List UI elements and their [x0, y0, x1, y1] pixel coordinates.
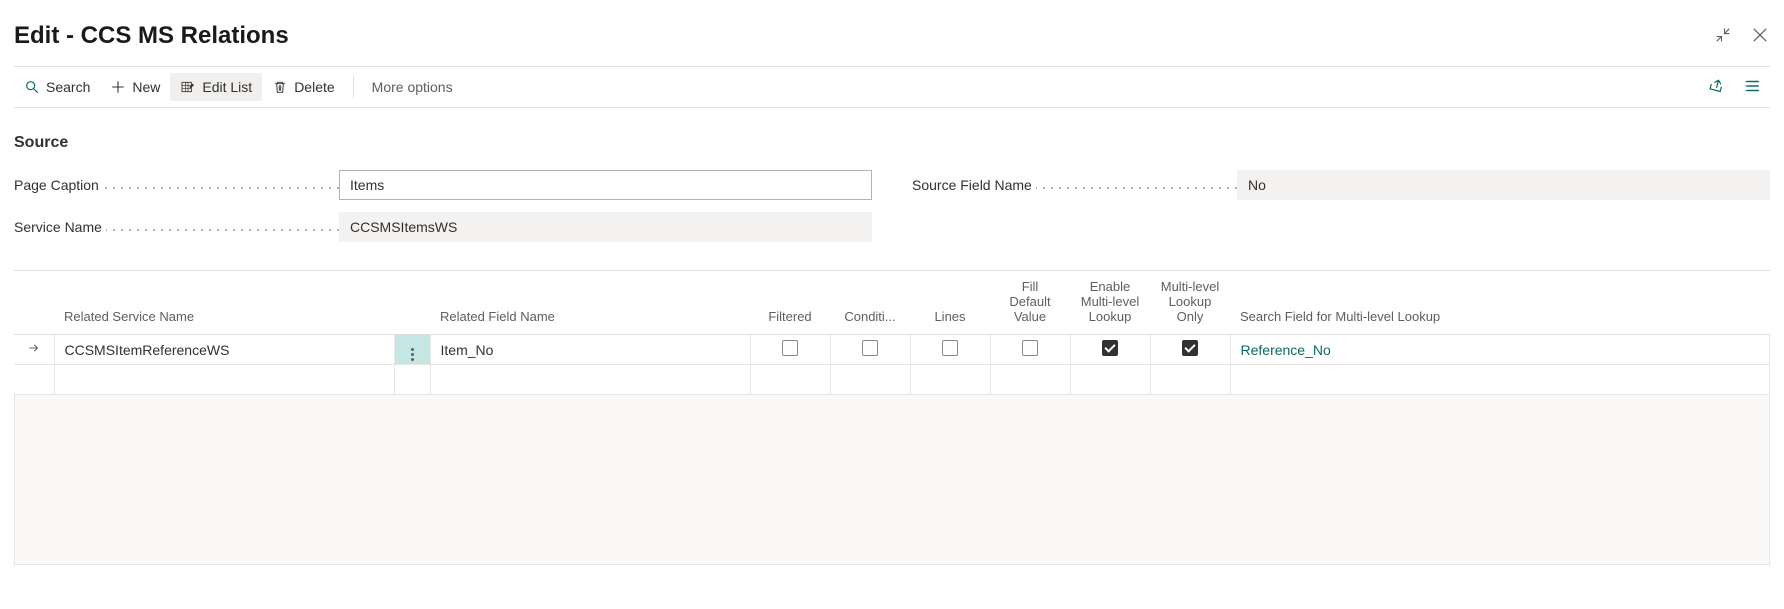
search-button[interactable]: Search	[14, 73, 100, 101]
checkbox-checked-icon	[1182, 340, 1198, 356]
cell-filtered[interactable]	[750, 335, 830, 365]
source-field-row: Source Field Name	[912, 170, 1770, 200]
table-row[interactable]: CCSMSItemReferenceWS Item_No Reference_N…	[14, 335, 1770, 365]
cell-enable-multi[interactable]	[1070, 335, 1150, 365]
delete-button[interactable]: Delete	[262, 73, 344, 101]
new-label: New	[132, 79, 160, 95]
col-search-field[interactable]: Search Field for Multi-level Lookup	[1230, 271, 1770, 335]
toolbar: Search New Edit List Delete More options	[14, 66, 1770, 108]
arrow-right-icon	[27, 342, 41, 358]
cell-fill-default[interactable]	[990, 335, 1070, 365]
toolbar-left: Search New Edit List Delete More options	[14, 73, 1704, 101]
checkbox-icon	[1022, 340, 1038, 356]
col-lines[interactable]: Lines	[910, 271, 990, 335]
col-related-field[interactable]: Related Field Name	[430, 271, 750, 335]
header-actions	[1714, 25, 1770, 48]
source-field-input[interactable]	[1237, 170, 1770, 200]
table-row-empty[interactable]	[14, 365, 1770, 395]
search-label: Search	[46, 79, 90, 95]
delete-icon	[272, 79, 288, 95]
checkbox-icon	[942, 340, 958, 356]
col-fill-default[interactable]: Fill Default Value	[990, 271, 1070, 335]
col-condition[interactable]: Conditi...	[830, 271, 910, 335]
minimize-icon[interactable]	[1714, 26, 1732, 47]
col-related-service[interactable]: Related Service Name	[54, 271, 394, 335]
service-name-row: Service Name	[14, 212, 872, 242]
service-name-label: Service Name	[14, 219, 339, 235]
cell-search-field[interactable]: Reference_No	[1230, 335, 1770, 365]
cell-multi-only[interactable]	[1150, 335, 1230, 365]
cell-related-service[interactable]: CCSMSItemReferenceWS	[54, 335, 394, 365]
col-filtered[interactable]: Filtered	[750, 271, 830, 335]
new-button[interactable]: New	[100, 73, 170, 101]
row-selector[interactable]	[14, 335, 54, 365]
cell-condition[interactable]	[830, 335, 910, 365]
edit-list-label: Edit List	[202, 79, 252, 95]
share-icon[interactable]	[1708, 77, 1726, 98]
checkbox-icon	[862, 340, 878, 356]
checkbox-checked-icon	[1102, 340, 1118, 356]
more-vertical-icon	[411, 348, 414, 361]
row-actions[interactable]	[394, 335, 430, 365]
toolbar-right	[1708, 77, 1770, 98]
edit-list-icon	[180, 79, 196, 95]
page-caption-label: Page Caption	[14, 177, 339, 193]
page-header: Edit - CCS MS Relations	[14, 10, 1770, 66]
plus-icon	[110, 79, 126, 95]
toolbar-separator	[353, 76, 354, 98]
page-title: Edit - CCS MS Relations	[14, 22, 289, 50]
close-icon[interactable]	[1750, 25, 1770, 48]
col-enable-multi[interactable]: Enable Multi-level Lookup	[1070, 271, 1150, 335]
more-options-button[interactable]: More options	[362, 73, 463, 101]
more-options-label: More options	[372, 79, 453, 95]
list-view-icon[interactable]	[1744, 77, 1762, 98]
grid-empty-area	[14, 395, 1770, 565]
form-area: Page Caption Source Field Name Service N…	[14, 170, 1770, 242]
grid-header: Related Service Name Related Field Name …	[14, 271, 1770, 335]
page-caption-row: Page Caption	[14, 170, 872, 200]
service-name-input[interactable]	[339, 212, 872, 242]
search-icon	[24, 79, 40, 95]
edit-list-button[interactable]: Edit List	[170, 73, 262, 101]
delete-label: Delete	[294, 79, 334, 95]
section-title: Source	[14, 134, 1770, 152]
grid: Related Service Name Related Field Name …	[14, 270, 1770, 565]
cell-lines[interactable]	[910, 335, 990, 365]
source-field-label: Source Field Name	[912, 177, 1237, 193]
page-caption-input[interactable]	[339, 170, 872, 200]
checkbox-icon	[782, 340, 798, 356]
col-multi-only[interactable]: Multi-level Lookup Only	[1150, 271, 1230, 335]
cell-related-field[interactable]: Item_No	[430, 335, 750, 365]
